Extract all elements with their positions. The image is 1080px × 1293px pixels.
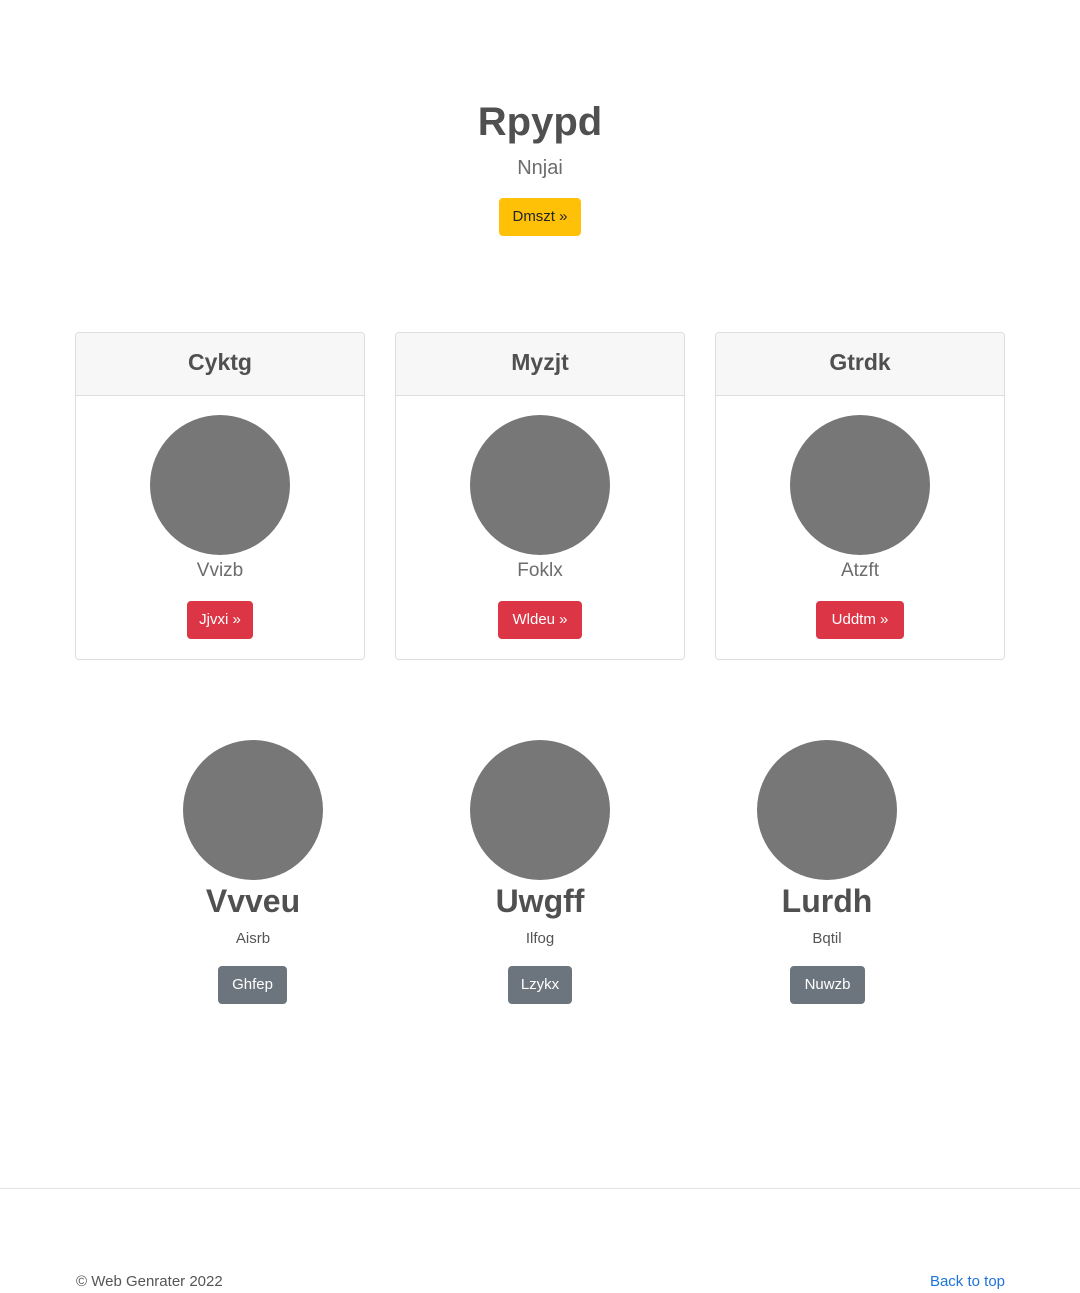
- feature-text: Aisrb: [235, 930, 271, 947]
- feature-title: Vvveu: [205, 883, 301, 919]
- footer-divider: [0, 1188, 1080, 1189]
- hero-title: Rpypd: [477, 100, 603, 144]
- card-text: Foklx: [517, 560, 563, 581]
- card-button[interactable]: Jjvxi »: [187, 601, 253, 639]
- feature-button[interactable]: Ghfep: [218, 966, 287, 1004]
- pricing-card: Gtrdk Atzft Uddtm »: [715, 332, 1005, 660]
- card-header: Gtrdk: [716, 333, 1004, 396]
- placeholder-image: [790, 415, 930, 555]
- feature-text: Bqtil: [812, 930, 842, 947]
- card-text: Vvizb: [196, 560, 244, 581]
- placeholder-image: [470, 740, 610, 880]
- card-text: Atzft: [840, 560, 879, 581]
- feature-text: Ilfog: [525, 930, 555, 947]
- feature-button[interactable]: Lzykx: [508, 966, 572, 1004]
- placeholder-image: [757, 740, 897, 880]
- card-button[interactable]: Uddtm »: [816, 601, 904, 639]
- placeholder-image: [183, 740, 323, 880]
- card-header: Cyktg: [76, 333, 364, 396]
- hero-subtitle: Nnjai: [517, 157, 563, 179]
- feature-title: Lurdh: [781, 883, 873, 919]
- feature-button[interactable]: Nuwzb: [790, 966, 865, 1004]
- card-header: Myzjt: [396, 333, 684, 396]
- pricing-card: Myzjt Foklx Wldeu »: [395, 332, 685, 660]
- pricing-card: Cyktg Vvizb Jjvxi »: [75, 332, 365, 660]
- feature-title: Uwgff: [495, 883, 585, 919]
- card-button[interactable]: Wldeu »: [498, 601, 582, 639]
- placeholder-image: [150, 415, 290, 555]
- hero-cta-button[interactable]: Dmszt »: [499, 198, 581, 236]
- back-to-top-link[interactable]: Back to top: [930, 1272, 1005, 1292]
- placeholder-image: [470, 415, 610, 555]
- footer-copyright: © Web Genrater 2022: [76, 1273, 223, 1290]
